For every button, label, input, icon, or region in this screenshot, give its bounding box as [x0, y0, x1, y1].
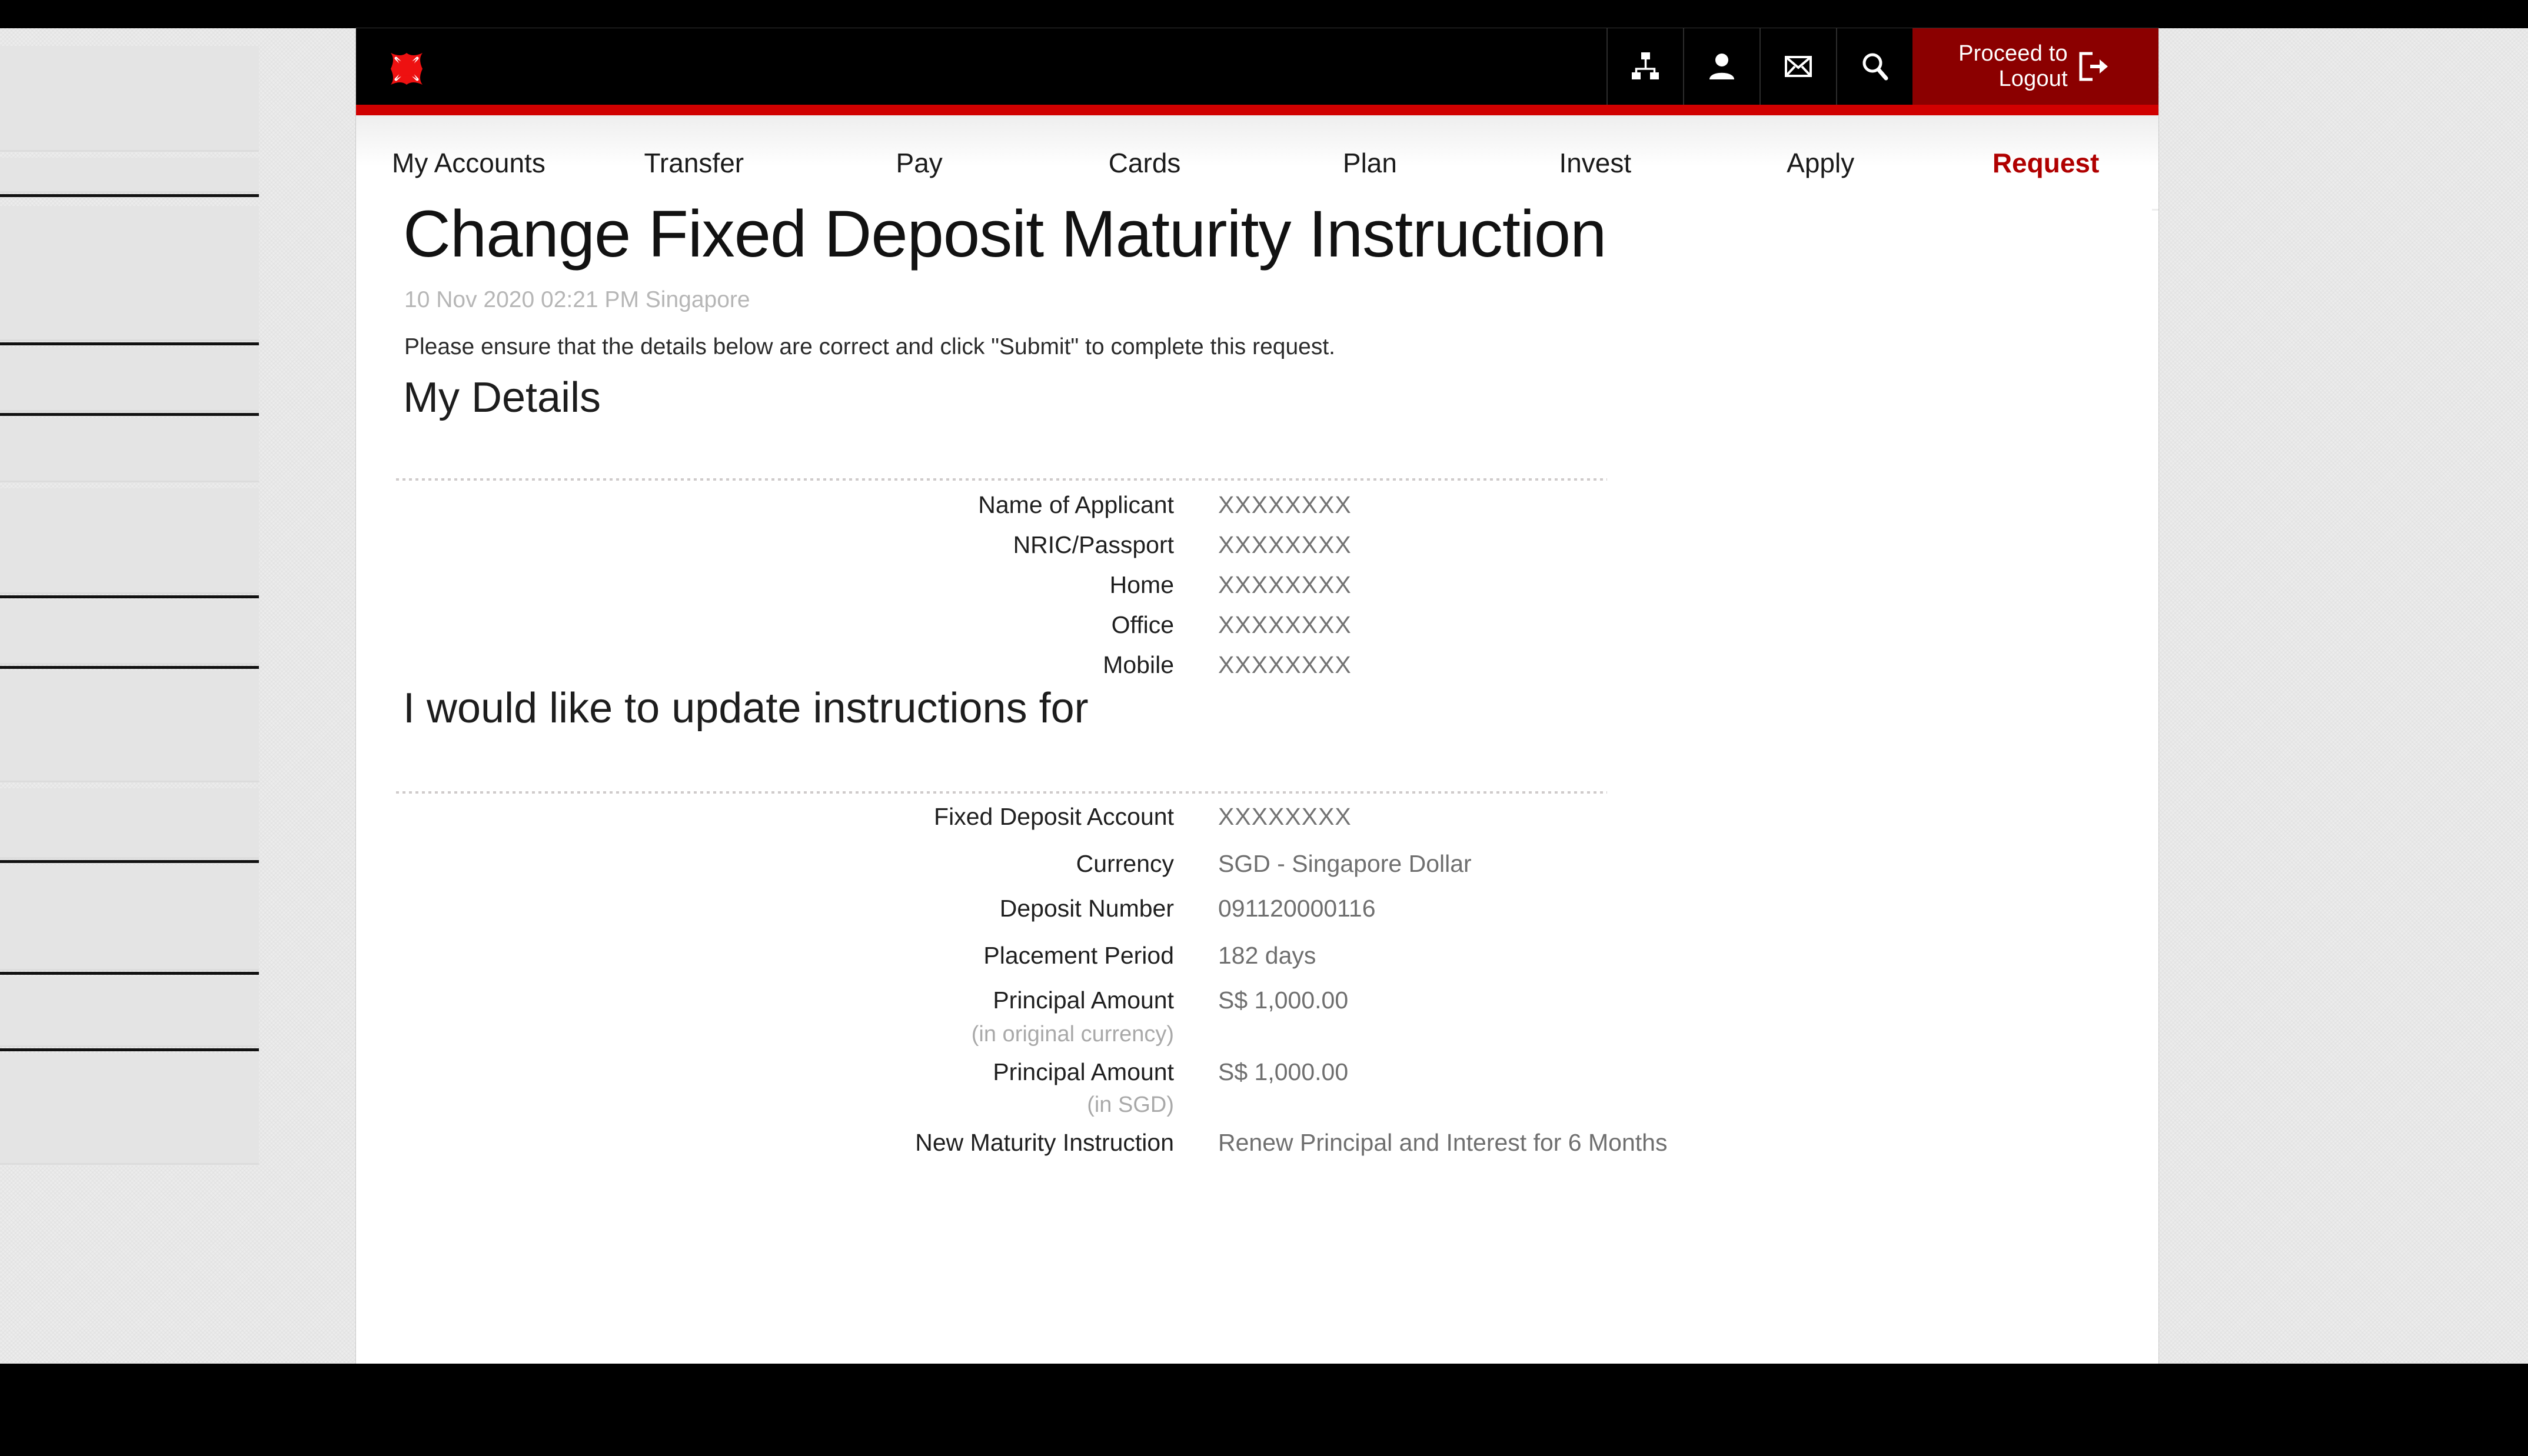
field-value: XXXXXXXX [1218, 651, 1352, 678]
search-icon[interactable] [1836, 28, 1912, 105]
background-placeholder-block [0, 865, 259, 971]
field-label: NRIC/Passport [1013, 531, 1174, 558]
screenshot-root: Proceed to Logout My Accounts Transfer P [0, 0, 2528, 1456]
background-placeholder-block [0, 977, 259, 1047]
field-label: Home [1109, 571, 1174, 598]
background-placeholder-block [0, 347, 259, 412]
background-marker [0, 860, 259, 863]
background-marker [0, 413, 259, 416]
table-row: Deposit Number 091120000116 [356, 895, 2152, 942]
field-value: 182 days [1218, 942, 1316, 969]
field-label: Fixed Deposit Account [934, 803, 1174, 830]
logout-label: Proceed to Logout [1958, 41, 2068, 91]
table-row: Currency SGD - Singapore Dollar [356, 850, 2152, 895]
section-divider [396, 478, 1607, 481]
table-row: (in original currency) [356, 1022, 2152, 1058]
field-label: Office [1111, 611, 1174, 638]
field-label: Deposit Number [999, 895, 1174, 922]
logout-arrow-icon [2075, 48, 2113, 85]
background-marker [0, 194, 259, 197]
field-value: S$ 1,000.00 [1218, 1058, 1349, 1085]
topbar-icon-group [1606, 28, 1912, 105]
background-placeholder-block [0, 600, 259, 665]
logout-label-line1: Proceed to [1958, 41, 2068, 66]
table-row: NRIC/Passport XXXXXXXX [356, 531, 2152, 571]
field-sublabel: (in original currency) [971, 1022, 1174, 1047]
proceed-to-logout-button[interactable]: Proceed to Logout [1912, 28, 2158, 105]
section-heading-update-instructions: I would like to update instructions for [403, 685, 1089, 732]
field-value: SGD - Singapore Dollar [1218, 850, 1472, 877]
background-marker [0, 595, 259, 598]
background-placeholder-block [0, 46, 259, 152]
sitemap-icon[interactable] [1606, 28, 1683, 105]
background-marker [0, 972, 259, 975]
section-heading-my-details: My Details [403, 374, 601, 421]
field-sublabel: (in SGD) [1087, 1092, 1174, 1117]
table-row: Placement Period 182 days [356, 942, 2152, 987]
table-row: (in SGD) [356, 1092, 2152, 1129]
field-label: Currency [1076, 850, 1174, 877]
section-divider [396, 791, 1607, 794]
field-value: Renew Principal and Interest for 6 Month… [1218, 1129, 1668, 1156]
update-section-field-list: Fixed Deposit Account XXXXXXXX Currency … [356, 803, 2152, 1176]
table-row: Fixed Deposit Account XXXXXXXX [356, 803, 2152, 850]
background-placeholder-block [0, 671, 259, 782]
header-red-rule [356, 105, 2158, 115]
table-row: Home XXXXXXXX [356, 571, 2152, 611]
field-label: Name of Applicant [978, 491, 1174, 518]
table-row: Principal Amount S$ 1,000.00 [356, 1058, 2152, 1092]
envelope-icon[interactable] [1759, 28, 1836, 105]
page-title: Change Fixed Deposit Maturity Instructio… [403, 197, 1606, 271]
table-row: New Maturity Instruction Renew Principal… [356, 1129, 2152, 1176]
table-row: Office XXXXXXXX [356, 611, 2152, 651]
background-marker [0, 666, 259, 669]
app-topbar: Proceed to Logout [356, 28, 2158, 115]
logout-label-line2: Logout [1998, 66, 2068, 91]
field-value: XXXXXXXX [1218, 531, 1352, 558]
field-label: Principal Amount [993, 987, 1174, 1014]
my-details-field-list: Name of Applicant XXXXXXXX NRIC/Passport… [356, 491, 2152, 691]
field-value: 091120000116 [1218, 895, 1376, 922]
field-value: XXXXXXXX [1218, 571, 1352, 598]
field-value: XXXXXXXX [1218, 491, 1352, 518]
background-placeholder-block [0, 488, 259, 594]
field-label: Placement Period [983, 942, 1174, 969]
background-placeholder-block [0, 1053, 259, 1165]
person-icon[interactable] [1683, 28, 1759, 105]
bottom-letterbox-band [0, 1364, 2528, 1456]
background-placeholder-block [0, 788, 259, 859]
background-placeholder-block [0, 158, 259, 193]
background-marker [0, 1048, 259, 1051]
field-label: Principal Amount [993, 1058, 1174, 1085]
background-marker [0, 342, 259, 345]
field-value: XXXXXXXX [1218, 611, 1352, 638]
page-timestamp: 10 Nov 2020 02:21 PM Singapore [404, 287, 750, 312]
red-x-logo-icon[interactable] [388, 51, 425, 87]
table-row: Name of Applicant XXXXXXXX [356, 491, 2152, 531]
field-label: New Maturity Instruction [915, 1129, 1174, 1156]
page-instruction-text: Please ensure that the details below are… [404, 334, 1335, 359]
field-value: XXXXXXXX [1218, 803, 1352, 830]
background-placeholder-block [0, 418, 259, 482]
field-label: Mobile [1103, 651, 1174, 678]
top-letterbox-band [0, 0, 2528, 28]
background-placeholder-block [0, 206, 259, 341]
field-value: S$ 1,000.00 [1218, 987, 1349, 1014]
table-row: Principal Amount S$ 1,000.00 [356, 987, 2152, 1022]
